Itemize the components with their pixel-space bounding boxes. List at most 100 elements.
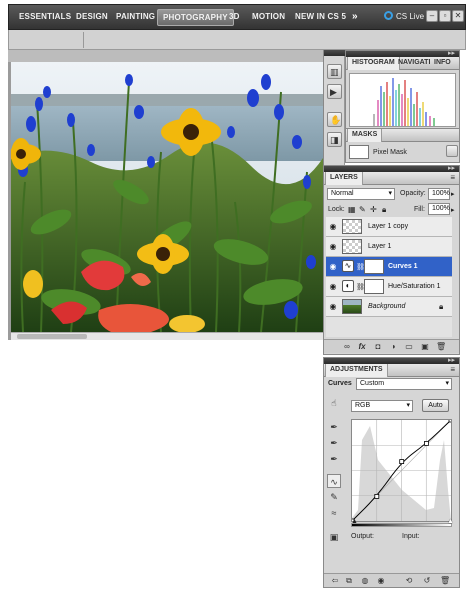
smooth-curve-icon[interactable]: ≈ xyxy=(327,506,341,520)
white-point-slider[interactable]: ▲ xyxy=(447,518,454,525)
black-point-eyedropper-icon[interactable]: ✒ xyxy=(327,420,341,434)
layers-footer: ∞ fx ◘ ◑ ▭ ▣ 🗑︎ xyxy=(324,339,459,353)
layer-row-layer-1[interactable]: ◉ Layer 1 xyxy=(326,237,452,257)
group-icon[interactable]: ▭ xyxy=(404,342,414,352)
options-bar xyxy=(8,30,466,50)
workspace-new-in-cs5[interactable]: NEW IN CS 5 xyxy=(295,12,346,21)
curves-graph[interactable] xyxy=(349,417,454,524)
fill-arrow-icon[interactable]: ▸ xyxy=(451,206,455,214)
new-layer-icon[interactable]: ▣ xyxy=(420,342,430,352)
visibility-eye-icon[interactable]: ◉ xyxy=(328,222,338,232)
curve-control-point[interactable] xyxy=(399,459,405,464)
white-point-eyedropper-icon[interactable]: ✒ xyxy=(327,452,341,466)
pencil-draw-icon[interactable]: ✎ xyxy=(327,490,341,504)
document-top-strip xyxy=(8,50,323,62)
lock-all-icon[interactable]: 🔒︎ xyxy=(382,205,386,215)
mask-icon[interactable]: ◘ xyxy=(373,342,383,352)
curve-control-point[interactable] xyxy=(424,440,429,446)
histogram-icon[interactable]: ▥ xyxy=(327,64,342,79)
minimize-button[interactable]: – xyxy=(426,10,438,22)
tab-masks[interactable]: MASKS xyxy=(347,129,383,142)
tab-navigator[interactable]: NAVIGATI xyxy=(394,57,434,70)
tab-adjustments[interactable]: ADJUSTMENTS xyxy=(325,364,388,377)
cs-live-label: CS Live xyxy=(396,12,425,21)
visibility-eye-icon[interactable]: ◉ xyxy=(328,242,338,252)
histogram-bars xyxy=(373,78,435,126)
channel-value: RGB xyxy=(355,402,371,409)
workspace-essentials[interactable]: ESSENTIALS xyxy=(19,12,71,21)
histogram-graph xyxy=(349,73,456,127)
preset-select[interactable]: Custom ▾ xyxy=(356,378,452,390)
panel-menu-icon[interactable]: ≡ xyxy=(450,365,455,374)
view-previous-icon[interactable]: ⟲ xyxy=(404,576,414,586)
workspace-3d[interactable]: 3D xyxy=(229,12,240,21)
pixel-mask-thumbnail[interactable] xyxy=(349,145,369,159)
lock-pixels-icon[interactable]: ✎ xyxy=(359,205,366,214)
trash-icon[interactable]: 🗑︎ xyxy=(436,342,446,352)
fill-input[interactable]: 100% xyxy=(428,203,450,215)
layer-row-background[interactable]: ◉ Background 🔒︎ xyxy=(326,297,452,317)
vector-mask-icon[interactable] xyxy=(446,145,458,157)
fx-icon[interactable]: fx xyxy=(357,342,367,352)
tab-info[interactable]: INFO xyxy=(430,57,455,70)
cs-live-button[interactable]: CS Live ▾ xyxy=(384,11,430,21)
workspace-more-button[interactable]: » xyxy=(352,11,358,22)
curve-point-tool-icon[interactable]: ∿ xyxy=(327,474,341,488)
panel-menu-icon[interactable]: ≡ xyxy=(450,173,455,182)
masks-icon[interactable]: ◨ xyxy=(327,132,342,147)
workspace-photography[interactable]: PHOTOGRAPHY xyxy=(157,9,234,26)
fill-label: Fill: xyxy=(414,206,425,213)
layer-list-empty xyxy=(326,317,452,337)
curves-svg xyxy=(349,417,454,524)
visibility-eye-icon[interactable]: ◉ xyxy=(328,282,338,292)
trash-icon[interactable]: 🗑︎ xyxy=(440,576,450,586)
scrollbar-thumb[interactable] xyxy=(17,334,87,339)
layer-thumbnail xyxy=(342,239,362,254)
reset-icon[interactable]: ↺ xyxy=(422,576,432,586)
workspace-painting[interactable]: PAINTING xyxy=(116,12,155,21)
return-to-list-icon[interactable]: ⇦ xyxy=(330,576,340,586)
clipping-warning-icon[interactable]: ▣ xyxy=(327,530,341,544)
layer-row-layer-1-copy[interactable]: ◉ Layer 1 copy xyxy=(326,217,452,237)
opacity-input[interactable]: 100% xyxy=(428,188,450,200)
layer-name: Layer 1 copy xyxy=(368,223,409,230)
gray-point-eyedropper-icon[interactable]: ✒ xyxy=(327,436,341,450)
black-point-slider[interactable]: ▲ xyxy=(351,518,358,525)
adjustments-panel-header: ADJUSTMENTS ≡ xyxy=(324,364,459,377)
opacity-arrow-icon[interactable]: ▸ xyxy=(451,190,455,198)
cs-live-icon xyxy=(384,11,393,20)
tab-layers[interactable]: LAYERS xyxy=(325,172,363,185)
auto-button[interactable]: Auto xyxy=(422,399,449,412)
expand-view-icon[interactable]: ⧉ xyxy=(344,576,354,586)
layer-mask-thumbnail xyxy=(364,259,384,274)
layer-thumbnail xyxy=(342,299,362,314)
curve-control-point[interactable] xyxy=(448,417,454,423)
dock-collapse-bar[interactable] xyxy=(324,50,345,56)
horizontal-scrollbar[interactable] xyxy=(11,332,323,340)
play-icon[interactable]: ▶ xyxy=(327,84,342,99)
blend-mode-select[interactable]: Normal ▾ xyxy=(327,188,395,200)
workspace-motion[interactable]: MOTION xyxy=(252,12,285,21)
close-button[interactable]: ✕ xyxy=(452,10,464,22)
photo-canvas[interactable] xyxy=(11,62,323,332)
maximize-button[interactable]: ▫ xyxy=(439,10,451,22)
curve-control-point[interactable] xyxy=(374,494,380,499)
clip-to-layer-icon[interactable]: ◍ xyxy=(360,576,370,586)
lock-position-icon[interactable]: ✛ xyxy=(370,205,377,214)
adjustment-icon[interactable]: ◑ xyxy=(388,342,398,352)
link-icon[interactable]: ∞ xyxy=(342,342,352,352)
layer-name: Hue/Saturation 1 xyxy=(388,283,441,290)
lock-transparency-icon[interactable]: ▦ xyxy=(348,205,356,214)
channel-select[interactable]: RGB ▾ xyxy=(351,400,413,412)
chevron-down-icon: ▾ xyxy=(388,190,392,197)
gradient-bar xyxy=(351,523,452,527)
visibility-eye-icon[interactable]: ◉ xyxy=(328,302,338,312)
visibility-toggle-icon[interactable]: ◉ xyxy=(376,576,386,586)
tab-histogram[interactable]: HISTOGRAM xyxy=(347,57,400,70)
layer-row-curves-1[interactable]: ◉ ∿ ⛓︎ Curves 1 xyxy=(326,257,452,277)
adjustments-hand-icon[interactable]: ✋ xyxy=(327,112,342,127)
visibility-eye-icon[interactable]: ◉ xyxy=(328,262,338,272)
on-image-adjust-icon[interactable]: ☝ xyxy=(327,396,341,410)
workspace-design[interactable]: DESIGN xyxy=(76,12,108,21)
layer-row-hue-saturation-1[interactable]: ◉ ◐ ⛓︎ Hue/Saturation 1 xyxy=(326,277,452,297)
